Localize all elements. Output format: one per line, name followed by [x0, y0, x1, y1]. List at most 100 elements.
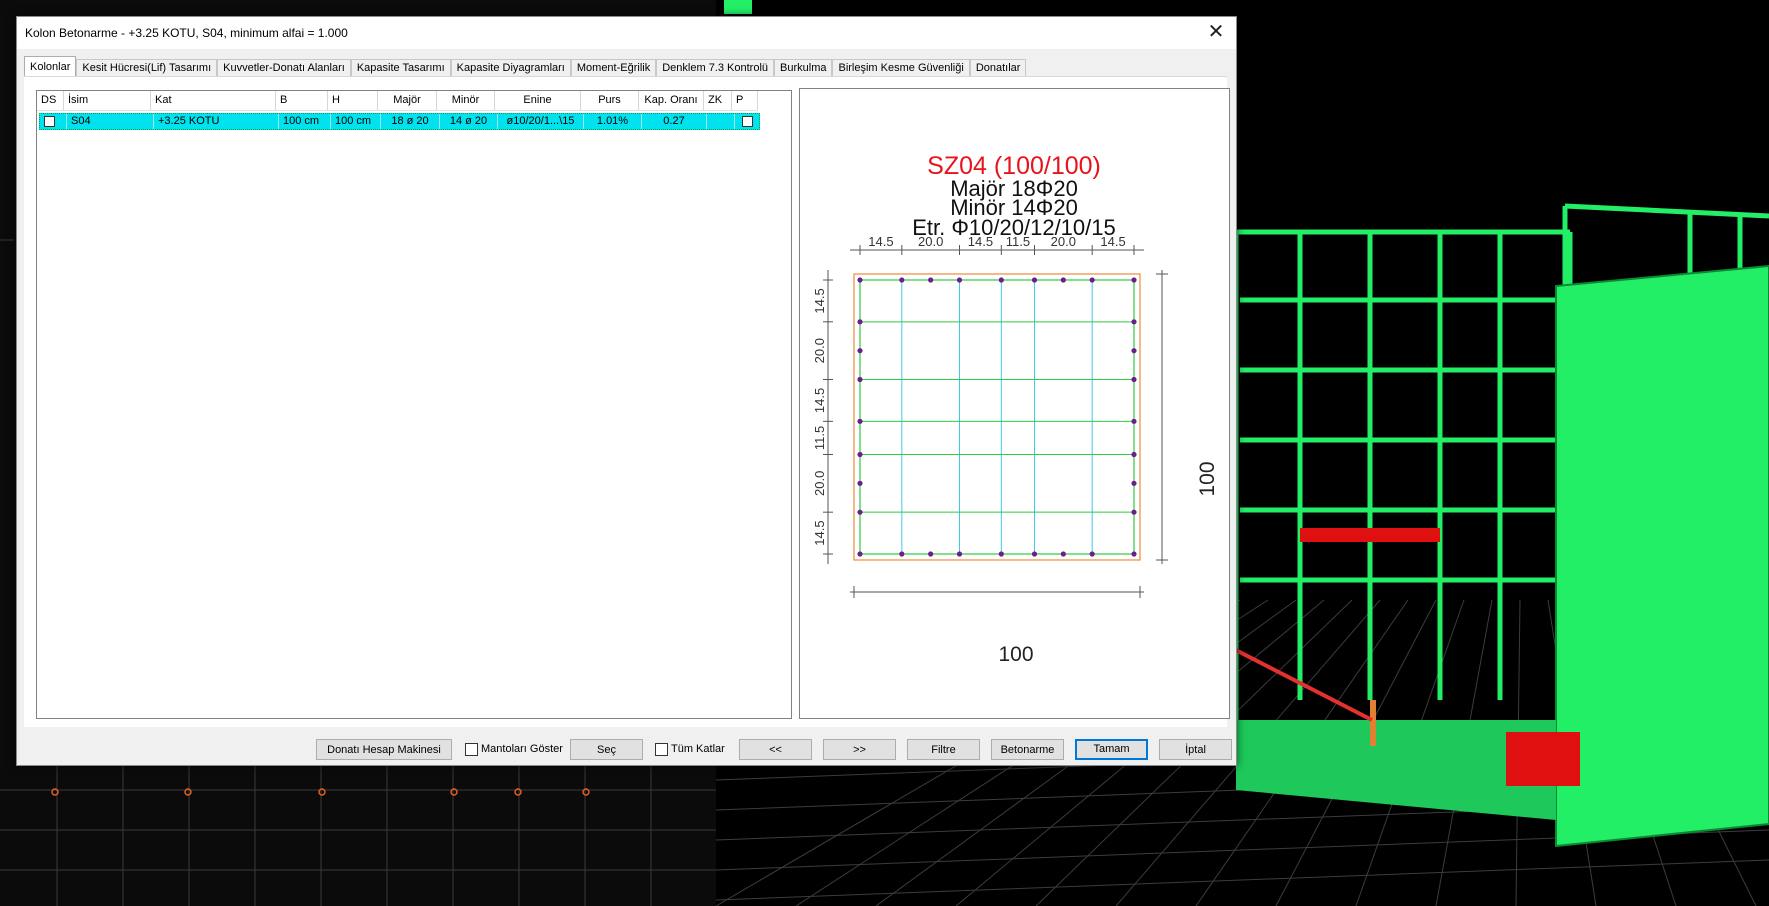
tab-kolonlar[interactable]: Kolonlar — [24, 56, 77, 77]
select-button[interactable]: Seç — [570, 739, 643, 760]
all-floors-label: Tüm Katlar — [671, 743, 725, 755]
rebars — [857, 277, 1137, 557]
left-dim-label: 14.5 — [812, 520, 827, 545]
width-label: 100 — [998, 643, 1033, 666]
red-beam-highlight — [1300, 528, 1440, 542]
header-isim[interactable]: İsim — [64, 91, 151, 110]
header-p[interactable]: P — [732, 91, 758, 110]
rebar — [928, 277, 934, 283]
rebar — [1131, 376, 1137, 383]
rebar — [956, 277, 963, 283]
rebar — [899, 277, 905, 283]
ds-checkbox[interactable] — [44, 115, 55, 127]
top-dim-label: 20.0 — [1051, 234, 1076, 249]
cell-h: 100 cm — [331, 114, 381, 129]
section-preview-panel: SZ04 (100/100) Majör 18Φ20 Minör 14Φ20 E… — [799, 88, 1230, 719]
table-header: DS İsim Kat B H Majör Minör Enine Purs K… — [37, 91, 758, 111]
cell-minor: 14 ø 20 — [440, 114, 498, 129]
cancel-button[interactable]: İptal — [1159, 739, 1232, 760]
red-wall-highlight — [1506, 732, 1580, 786]
top-dim-label: 14.5 — [968, 234, 993, 249]
p-checkbox-cell[interactable] — [735, 114, 759, 129]
ds-checkbox-cell[interactable] — [40, 114, 67, 129]
rebar — [857, 480, 863, 486]
wall-panel — [1555, 264, 1769, 848]
dialog-title: Kolon Betonarme - +3.25 KOTU, S04, minim… — [25, 26, 348, 40]
top-dim-label: 14.5 — [868, 234, 893, 249]
left-dim-label: 14.5 — [812, 288, 827, 313]
show-jackets-label: Mantoları Göster — [481, 743, 563, 755]
rebar — [998, 277, 1004, 283]
tab-kapasite-diyagramlari[interactable]: Kapasite Diyagramları — [450, 59, 571, 77]
all-floors-checkbox[interactable]: Tüm Katlar — [655, 741, 725, 757]
top-dim-label: 14.5 — [1100, 234, 1125, 249]
rebar — [857, 277, 863, 283]
tab-denklem-7-3[interactable]: Denklem 7.3 Kontrolü — [656, 59, 775, 77]
left-dim-label: 20.0 — [812, 471, 827, 496]
rebar — [1131, 418, 1137, 424]
rebar — [1131, 509, 1137, 515]
left-dim-label: 20.0 — [812, 338, 827, 363]
cell-b: 100 cm — [279, 114, 331, 129]
left-dim-label: 11.5 — [812, 426, 827, 450]
header-ds[interactable]: DS — [37, 91, 64, 110]
rebar — [857, 551, 863, 557]
header-kat[interactable]: Kat — [151, 91, 276, 110]
p-checkbox[interactable] — [741, 115, 753, 127]
tab-burkulma[interactable]: Burkulma — [774, 59, 833, 77]
cell-kap-orani: 0.27 — [642, 114, 707, 129]
tab-donatilar[interactable]: Donatılar — [969, 59, 1027, 77]
outer-stirrup — [859, 279, 1135, 555]
title-bar: Kolon Betonarme - +3.25 KOTU, S04, minim… — [17, 17, 1236, 49]
close-icon[interactable]: ✕ — [1196, 17, 1236, 49]
rebar — [1131, 551, 1137, 557]
all-floors-box[interactable] — [655, 742, 668, 756]
rebar — [1060, 551, 1066, 557]
rebar — [857, 418, 863, 424]
rebar — [857, 348, 863, 354]
top-dim-label: 11.5 — [1006, 234, 1030, 249]
cell-isim: S04 — [67, 114, 154, 129]
header-kap-orani[interactable]: Kap. Oranı — [639, 91, 704, 110]
filter-button[interactable]: Filtre — [907, 739, 980, 760]
header-h[interactable]: H — [328, 91, 378, 110]
column-table[interactable]: DS İsim Kat B H Majör Minör Enine Purs K… — [36, 90, 792, 719]
table-row[interactable]: S04 +3.25 KOTU 100 cm 100 cm 18 ø 20 14 … — [39, 113, 760, 130]
reinforce-button[interactable]: Betonarme — [991, 739, 1064, 760]
show-jackets-box[interactable] — [465, 742, 478, 756]
rebar — [857, 509, 863, 515]
tab-kesit-hucresi[interactable]: Kesit Hücresi(Lif) Tasarımı — [76, 59, 218, 77]
header-minor[interactable]: Minör — [437, 91, 495, 110]
cell-zk — [707, 114, 735, 129]
cell-major: 18 ø 20 — [381, 114, 440, 129]
rebar — [857, 451, 863, 458]
cell-enine: ø10/20/1...\15 — [498, 114, 584, 129]
floor-grid-line — [715, 859, 1769, 901]
show-jackets-checkbox[interactable]: Mantoları Göster — [465, 741, 563, 757]
cell-purs: 1.01% — [584, 114, 642, 129]
header-purs[interactable]: Purs — [581, 91, 639, 110]
rebar — [899, 551, 905, 557]
top-dim-label: 20.0 — [918, 234, 943, 249]
header-b[interactable]: B — [276, 91, 328, 110]
rebar — [956, 551, 963, 557]
ok-button[interactable]: Tamam — [1075, 739, 1148, 760]
rebar — [1089, 551, 1095, 557]
rebar — [1089, 277, 1095, 283]
rebar-calculator-button[interactable]: Donatı Hesap Makinesi — [316, 739, 452, 760]
tab-birlesim-kesme[interactable]: Birleşim Kesme Güvenliği — [832, 59, 970, 77]
cell-kat: +3.25 KOTU — [154, 114, 279, 129]
tab-moment-egrilik[interactable]: Moment-Eğrilik — [570, 59, 657, 77]
tab-strip: Kolonlar Kesit Hücresi(Lif) Tasarımı Kuv… — [24, 56, 1027, 77]
left-dim-label: 14.5 — [812, 388, 827, 413]
tab-kapasite-tasarimi[interactable]: Kapasite Tasarımı — [350, 59, 451, 77]
header-enine[interactable]: Enine — [495, 91, 581, 110]
section-drawing: SZ04 (100/100) Majör 18Φ20 Minör 14Φ20 E… — [812, 152, 1219, 666]
next-button[interactable]: >> — [823, 739, 896, 760]
tab-kuvvetler-donati[interactable]: Kuvvetler-Donatı Alanları — [217, 59, 351, 77]
previous-button[interactable]: << — [739, 739, 812, 760]
header-major[interactable]: Majör — [378, 91, 437, 110]
column-reinforcement-dialog: Kolon Betonarme - +3.25 KOTU, S04, minim… — [16, 16, 1237, 766]
rebar — [1060, 277, 1066, 283]
header-zk[interactable]: ZK — [704, 91, 732, 110]
